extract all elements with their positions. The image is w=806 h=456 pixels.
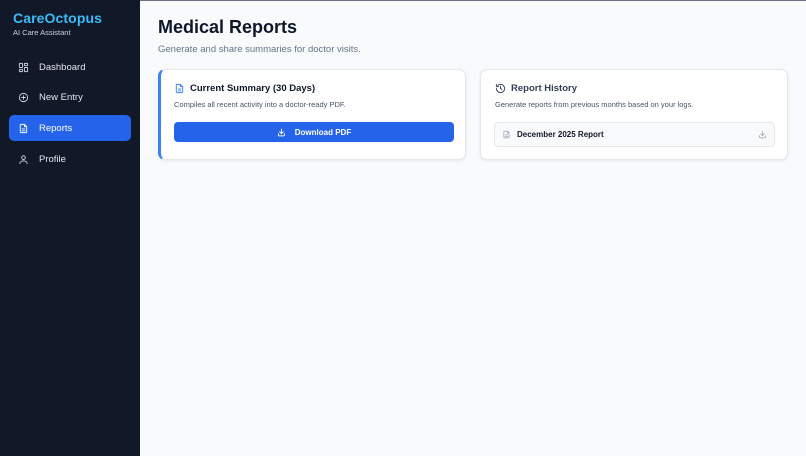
report-name: December 2025 Report [517, 130, 604, 139]
download-icon [277, 128, 286, 137]
app-tagline: AI Care Assistant [13, 28, 71, 37]
sidebar-item-reports[interactable]: Reports [9, 115, 131, 142]
download-pdf-button[interactable]: Download PDF [174, 122, 454, 142]
dashboard-icon [18, 62, 29, 73]
document-icon [18, 123, 29, 134]
app-name: CareOctopus [13, 10, 103, 26]
sidebar-item-label: Profile [39, 153, 66, 165]
user-icon [18, 154, 29, 165]
sidebar: CareOctopus AI Care Assistant Dashboard … [0, 0, 140, 456]
card-title: Current Summary (30 Days) [190, 83, 316, 94]
sidebar-item-profile[interactable]: Profile [9, 146, 131, 172]
report-history-card: Report History Generate reports from pre… [480, 69, 788, 160]
sidebar-item-label: Reports [39, 122, 73, 134]
main-content: Medical Reports Generate and share summa… [140, 1, 806, 456]
sidebar-item-label: New Entry [39, 92, 83, 104]
download-pdf-label: Download PDF [294, 127, 352, 137]
sidebar-item-dashboard[interactable]: Dashboard [9, 54, 131, 80]
report-list-item[interactable]: December 2025 Report [494, 122, 775, 147]
sidebar-item-new-entry[interactable]: New Entry [9, 85, 131, 111]
brand: CareOctopus AI Care Assistant [13, 10, 102, 37]
file-icon [502, 130, 511, 139]
card-header: Current Summary (30 Days) [174, 83, 315, 94]
card-description: Generate reports from previous months ba… [495, 100, 694, 109]
sidebar-item-label: Dashboard [39, 61, 86, 73]
download-icon[interactable] [758, 130, 767, 139]
card-title: Report History [511, 83, 577, 94]
current-summary-card: Current Summary (30 Days) Compiles all r… [158, 69, 466, 160]
document-icon [174, 83, 185, 94]
page-subtitle: Generate and share summaries for doctor … [158, 44, 361, 55]
card-header: Report History [495, 83, 577, 94]
plus-circle-icon [18, 92, 29, 103]
card-description: Compiles all recent activity into a doct… [174, 100, 346, 109]
history-icon [495, 83, 506, 94]
page-title: Medical Reports [158, 17, 298, 37]
sidebar-nav: Dashboard New Entry Reports Profile [9, 54, 131, 177]
